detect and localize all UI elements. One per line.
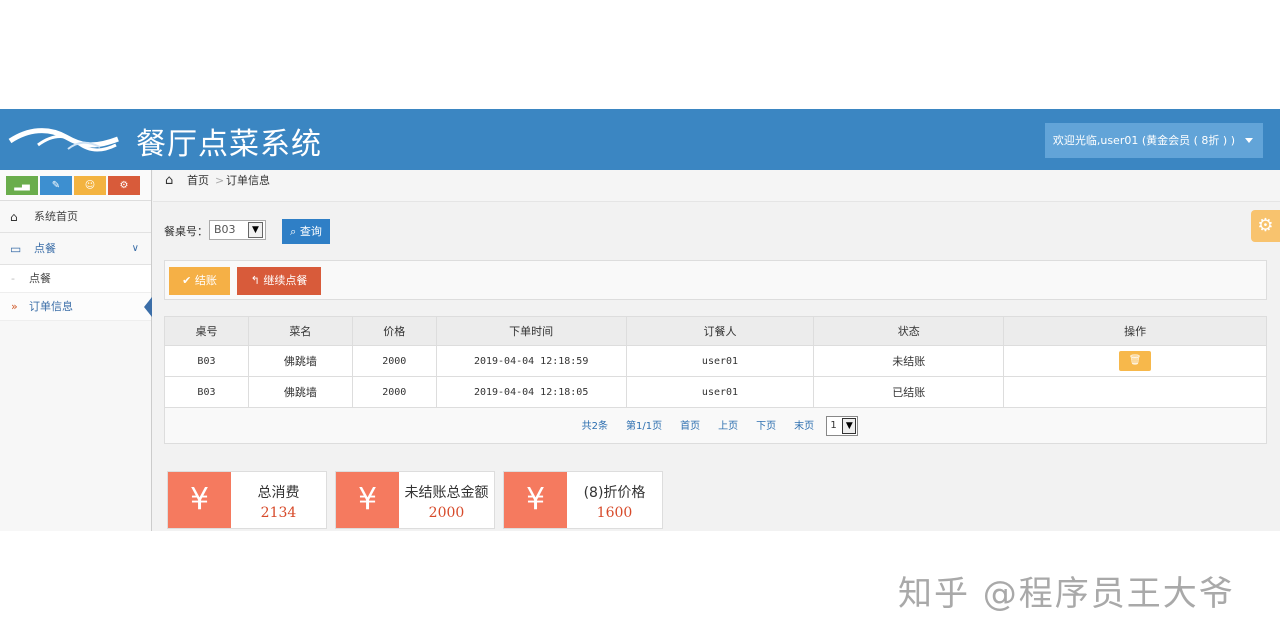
app-window: 餐厅点菜系统 欢迎光临,user01 (黄金会员 ( 8折 ) ) ▂▄ ✎ ☺ ⚙ … [0, 109, 1280, 531]
pager-last[interactable]: 末页 [794, 421, 814, 432]
table-header-row: 桌号 菜名 价格 下单时间 订餐人 状态 操作 [164, 316, 1267, 346]
cell-price: 2000 [351, 376, 437, 408]
double-chevron-icon: » [11, 300, 18, 313]
yen-icon: ¥ [168, 472, 231, 528]
main-content: 餐桌号： B03 ▼ ⌕ 查询 ✔ 结账 ↰ 继续点餐 桌号 菜名 价格 下单时… [153, 203, 1280, 531]
cell-table-no: B03 [164, 376, 249, 408]
cell-action: 🗑 [1003, 345, 1267, 377]
sidebar-subitem-label: 订单信息 [29, 300, 73, 313]
breadcrumb-current: 订单信息 [226, 174, 270, 187]
cell-table-no: B03 [164, 345, 249, 377]
pager-cell: 共2条 第1/1页 首页 上页 下页 末页 1 ▼ [164, 407, 1267, 444]
signal-icon[interactable]: ▂▄ [6, 176, 38, 195]
cell-time: 2019-04-04 12:18:05 [435, 376, 627, 408]
table-row: B03 佛跳墙 2000 2019-04-04 12:18:59 user01 … [164, 345, 1267, 377]
pencil-icon[interactable]: ✎ [40, 176, 72, 195]
yen-icon: ¥ [504, 472, 567, 528]
breadcrumb-separator: > [215, 174, 225, 187]
column-header: 订餐人 [625, 316, 815, 346]
stat-label: 总消费 [257, 485, 300, 501]
table-no-value: B03 [214, 223, 236, 236]
page-select[interactable]: 1 ▼ [826, 415, 859, 436]
stat-unpaid-total: ¥ 未结账总金额 2000 [335, 471, 495, 529]
cogs-icon[interactable]: ⚙ [108, 176, 140, 195]
cell-dish: 佛跳墙 [247, 376, 353, 408]
sidebar-item-order[interactable]: ▭ 点餐 ∨ [0, 233, 151, 265]
active-indicator [144, 297, 152, 317]
user-menu-label: 欢迎光临,user01 (黄金会员 ( 8折 ) ) [1052, 134, 1235, 147]
user-menu-dropdown[interactable]: 欢迎光临,user01 (黄金会员 ( 8折 ) ) [1044, 123, 1263, 158]
sidebar-item-label: 点餐 [34, 242, 56, 255]
column-header: 菜名 [247, 316, 353, 346]
table-no-label: 餐桌号： [164, 225, 208, 238]
breadcrumb-home[interactable]: 首页 [187, 171, 209, 191]
continue-ordering-button[interactable]: ↰ 继续点餐 [237, 267, 321, 295]
logo [8, 128, 119, 152]
caret-down-icon [1245, 138, 1253, 143]
sidebar-subitem-order[interactable]: - 点餐 [0, 265, 151, 293]
column-header: 操作 [1003, 316, 1267, 346]
pagination: 共2条 第1/1页 首页 上页 下页 末页 [573, 417, 823, 432]
column-header: 桌号 [164, 316, 249, 346]
column-header: 价格 [351, 316, 437, 346]
chevron-down-icon: ▼ [842, 417, 857, 434]
pager-first[interactable]: 首页 [680, 421, 700, 432]
cell-status: 未结账 [813, 345, 1005, 377]
pager-page-info: 第1/1页 [626, 420, 663, 432]
home-icon: ⌂ [10, 210, 18, 224]
card-icon: ▭ [10, 242, 22, 256]
stat-value: 2000 [428, 505, 465, 521]
table-no-select[interactable]: B03 ▼ [209, 220, 266, 240]
page-select-value: 1 [830, 419, 837, 431]
sidebar-subitem-order-info[interactable]: » 订单信息 [0, 293, 152, 321]
order-table: 桌号 菜名 价格 下单时间 订餐人 状态 操作 B03 佛跳墙 2000 201… [164, 316, 1267, 444]
users-icon[interactable]: ☺ [74, 176, 106, 195]
stat-label: 未结账总金额 [404, 485, 489, 501]
stat-value: 2134 [260, 505, 297, 521]
pager-prev[interactable]: 上页 [718, 421, 738, 432]
app-title: 餐厅点菜系统 [136, 127, 322, 162]
query-button-label: 查询 [299, 225, 322, 238]
sidebar-subitem-label: 点餐 [29, 272, 51, 285]
stat-label: (8)折价格 [583, 485, 646, 501]
sidebar-item-label: 系统首页 [34, 210, 78, 223]
header-bar: 餐厅点菜系统 欢迎光临,user01 (黄金会员 ( 8折 ) ) [0, 109, 1280, 170]
chevron-down-icon: ∨ [131, 243, 139, 254]
cell-user: user01 [625, 345, 815, 377]
chevron-down-icon: ▼ [248, 222, 263, 238]
table-row: B03 佛跳墙 2000 2019-04-04 12:18:05 user01 … [164, 376, 1267, 408]
checkout-button[interactable]: ✔ 结账 [169, 267, 230, 295]
search-icon: ⌕ [290, 225, 297, 238]
pager-total: 共2条 [581, 420, 609, 432]
cell-price: 2000 [351, 345, 437, 377]
cell-status: 已结账 [813, 376, 1005, 408]
pager-next[interactable]: 下页 [756, 421, 776, 432]
stat-discount-price: ¥ (8)折价格 1600 [503, 471, 663, 529]
trash-icon[interactable]: 🗑 [1119, 351, 1152, 371]
query-button[interactable]: ⌕ 查询 [282, 219, 330, 244]
tree-line-icon: - [11, 272, 15, 285]
sidebar-item-home[interactable]: ⌂ 系统首页 [0, 201, 151, 233]
shortcut-bar: ▂▄ ✎ ☺ ⚙ [0, 170, 151, 201]
cell-time: 2019-04-04 12:18:59 [435, 345, 627, 377]
cell-user: user01 [625, 376, 815, 408]
column-header: 下单时间 [435, 316, 627, 346]
pager-row: 共2条 第1/1页 首页 上页 下页 末页 1 ▼ [164, 407, 1267, 444]
stat-value: 1600 [596, 505, 633, 521]
column-header: 状态 [813, 316, 1005, 346]
cell-action [1003, 376, 1267, 408]
cell-dish: 佛跳墙 [247, 345, 353, 377]
breadcrumb: ⌂ 首页 > 订单信息 [153, 170, 1280, 202]
watermark: 知乎 @程序员王大爷 [898, 574, 1235, 614]
sidebar: ▂▄ ✎ ☺ ⚙ ⌂ 系统首页 ▭ 点餐 ∨ - 点餐 » 订单信息 [0, 170, 152, 531]
action-bar: ✔ 结账 ↰ 继续点餐 [164, 260, 1267, 300]
home-icon[interactable]: ⌂ [165, 171, 173, 191]
yen-icon: ¥ [336, 472, 399, 528]
stat-total-spent: ¥ 总消费 2134 [167, 471, 327, 529]
